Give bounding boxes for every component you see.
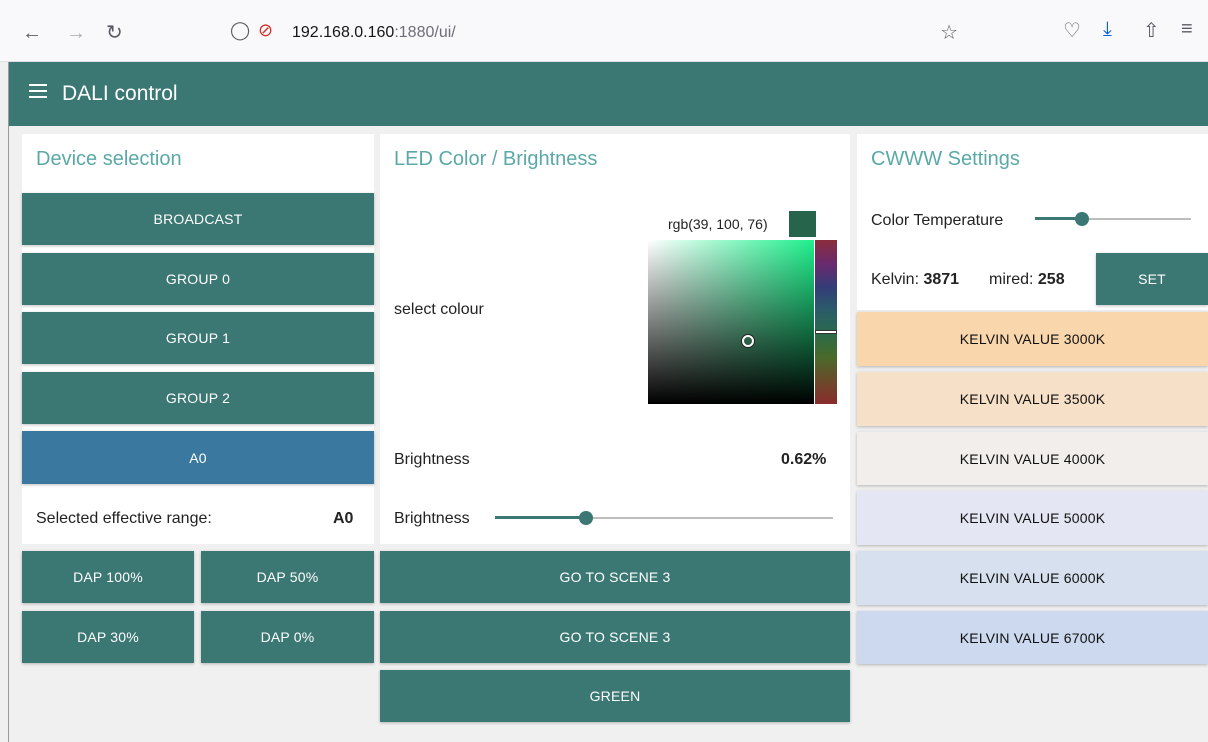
group-0-button[interactable]: GROUP 0: [22, 253, 374, 305]
color-value-text: rgb(39, 100, 76): [668, 216, 768, 232]
go-to-scene-3-button-2[interactable]: GO TO SCENE 3: [380, 611, 850, 663]
brightness-slider-thumb[interactable]: [579, 511, 593, 525]
brightness-slider-fill: [495, 516, 586, 519]
kelvin-4000-button[interactable]: KELVIN VALUE 4000K: [857, 432, 1208, 485]
kelvin-3500-button[interactable]: KELVIN VALUE 3500K: [857, 372, 1208, 426]
hamburger-menu-icon[interactable]: [29, 84, 47, 100]
a0-button[interactable]: A0: [22, 431, 374, 484]
effective-range-value: A0: [333, 510, 354, 527]
kelvin-6700-button[interactable]: KELVIN VALUE 6700K: [857, 611, 1208, 664]
app-title: DALI control: [62, 82, 178, 105]
back-icon[interactable]: ←: [22, 20, 42, 46]
menu-icon[interactable]: ≡: [1181, 18, 1193, 41]
device-selection-title: Device selection: [36, 148, 182, 170]
color-picker-marker[interactable]: [742, 335, 754, 347]
kelvin-3000-button[interactable]: KELVIN VALUE 3000K: [857, 312, 1208, 366]
go-to-scene-3-button[interactable]: GO TO SCENE 3: [380, 551, 850, 603]
browser-toolbar: ← → ↻ ◯ ⊘ 192.168.0.160:1880/ui/ ☆ ♡ ⤓ ⇧…: [0, 0, 1208, 62]
kelvin-6000-button[interactable]: KELVIN VALUE 6000K: [857, 551, 1208, 605]
brightness-slider-label: Brightness: [394, 510, 470, 527]
color-picker-hue[interactable]: [815, 240, 837, 404]
dap-0-button[interactable]: DAP 0%: [201, 611, 374, 663]
brightness-label: Brightness: [394, 451, 470, 468]
kelvin-5000-button[interactable]: KELVIN VALUE 5000K: [857, 491, 1208, 545]
color-swatch: [789, 211, 816, 237]
broadcast-button[interactable]: BROADCAST: [22, 193, 374, 245]
extensions-icon[interactable]: ⇧: [1143, 18, 1160, 43]
address-bar[interactable]: ◯ ⊘ 192.168.0.160:1880/ui/ ☆: [222, 12, 972, 52]
brightness-value: 0.62%: [781, 451, 827, 468]
effective-range-label: Selected effective range:: [36, 510, 212, 527]
color-temperature-thumb[interactable]: [1075, 212, 1089, 226]
set-button[interactable]: SET: [1096, 253, 1208, 305]
select-colour-label: select colour: [394, 301, 484, 318]
bookmark-star-icon[interactable]: ☆: [940, 20, 958, 45]
pocket-icon[interactable]: ♡: [1063, 18, 1081, 43]
app-header: DALI control: [9, 62, 1208, 126]
download-icon[interactable]: ⤓: [1103, 18, 1112, 41]
dap-30-button[interactable]: DAP 30%: [22, 611, 194, 663]
reload-icon[interactable]: ↻: [106, 20, 123, 46]
group-2-button[interactable]: GROUP 2: [22, 372, 374, 424]
cwww-title: CWWW Settings: [871, 148, 1020, 170]
green-button[interactable]: GREEN: [380, 670, 850, 722]
dap-50-button[interactable]: DAP 50%: [201, 551, 374, 603]
window-border: [8, 62, 9, 742]
mired-readout: mired: 258: [989, 271, 1065, 288]
group-1-button[interactable]: GROUP 1: [22, 312, 374, 364]
shield-icon[interactable]: ◯: [230, 20, 250, 41]
url-text[interactable]: 192.168.0.160:1880/ui/: [292, 24, 456, 42]
forward-icon[interactable]: →: [66, 20, 86, 46]
insecure-lock-icon[interactable]: ⊘: [258, 20, 273, 41]
led-title: LED Color / Brightness: [394, 148, 598, 170]
color-temperature-label: Color Temperature: [871, 212, 1004, 229]
color-picker-saturation[interactable]: [648, 240, 814, 404]
dap-100-button[interactable]: DAP 100%: [22, 551, 194, 603]
hue-marker[interactable]: [815, 330, 837, 334]
kelvin-readout: Kelvin: 3871: [871, 271, 960, 288]
